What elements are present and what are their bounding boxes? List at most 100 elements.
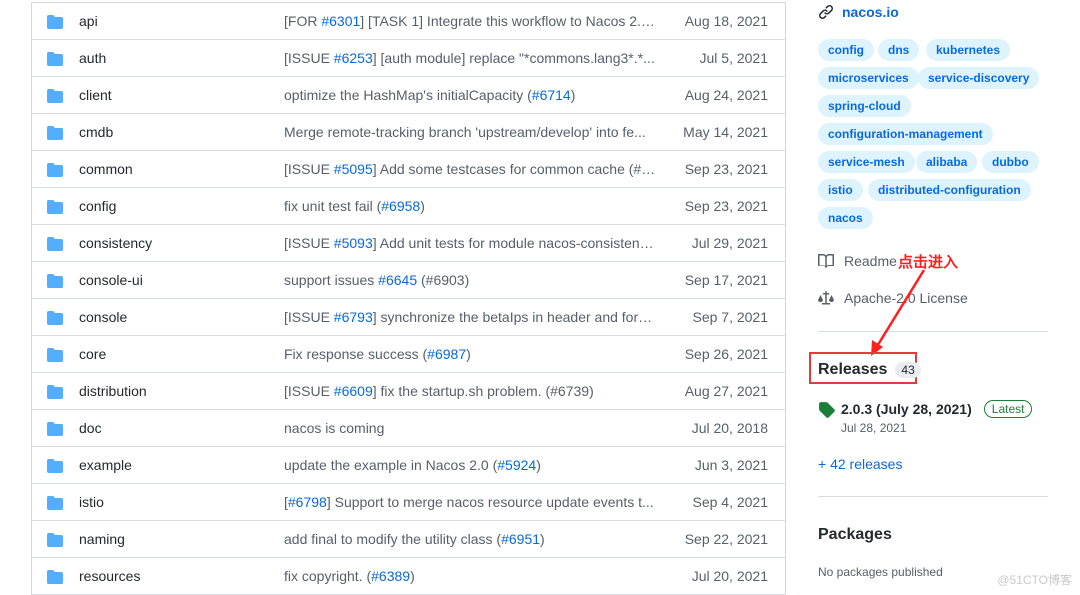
commit-date: Sep 23, 2021 — [684, 161, 768, 177]
commit-message[interactable]: [ISSUE #6609] fix the startup.sh problem… — [284, 383, 656, 399]
file-name-link[interactable]: core — [79, 346, 106, 362]
issue-link[interactable]: #5095 — [334, 161, 373, 177]
file-name-link[interactable]: istio — [79, 494, 104, 510]
commit-message-text: (#6903) — [417, 272, 470, 288]
releases-count: 43 — [895, 362, 921, 378]
file-name-link[interactable]: doc — [79, 420, 102, 436]
file-row[interactable]: consistency [ISSUE #5093] Add unit tests … — [32, 225, 785, 262]
release-date: Jul 28, 2021 — [841, 421, 907, 435]
file-name-link[interactable]: consistency — [79, 235, 152, 251]
commit-message-text: [FOR — [284, 13, 322, 29]
commit-date: Jul 20, 2021 — [691, 568, 768, 584]
tag-icon — [819, 401, 835, 418]
file-name-link[interactable]: cmdb — [79, 124, 113, 140]
file-name-link[interactable]: console — [79, 309, 127, 325]
commit-message-text: [ISSUE — [284, 383, 334, 399]
commit-message-text: update the example in Nacos 2.0 ( — [284, 457, 498, 473]
file-name-link[interactable]: console-ui — [79, 272, 143, 288]
file-row[interactable]: core Fix response success (#6987) Sep 26, … — [32, 336, 785, 373]
commit-message[interactable]: [ISSUE #6793] synchronize the betaIps in… — [284, 309, 656, 325]
commit-message[interactable]: [FOR #6301] [TASK 1] Integrate this work… — [284, 13, 656, 29]
latest-release[interactable]: 2.0.3 (July 28, 2021) Latest — [818, 400, 1033, 418]
file-name-link[interactable]: common — [79, 161, 133, 177]
folder-icon — [47, 496, 63, 510]
commit-message[interactable]: add final to modify the utility class (#… — [284, 531, 656, 547]
file-name-link[interactable]: client — [79, 87, 112, 103]
file-name-link[interactable]: config — [79, 198, 116, 214]
issue-link[interactable]: #6389 — [371, 568, 410, 584]
folder-icon — [47, 459, 63, 473]
file-row[interactable]: api [FOR #6301] [TASK 1] Integrate this w… — [32, 3, 785, 40]
releases-heading[interactable]: Releases 43 — [818, 361, 921, 379]
commit-date: Jul 5, 2021 — [699, 50, 769, 66]
issue-link[interactable]: #6301 — [321, 13, 360, 29]
commit-date: Jul 20, 2018 — [691, 420, 768, 436]
commit-date: May 14, 2021 — [683, 124, 768, 140]
more-releases-link[interactable]: + 42 releases — [818, 456, 902, 472]
file-row[interactable]: distribution [ISSUE #6609] fix the startu… — [32, 373, 785, 410]
commit-message-text: [ISSUE — [284, 309, 334, 325]
file-name-link[interactable]: naming — [79, 531, 125, 547]
issue-link[interactable]: #6714 — [532, 87, 571, 103]
file-row[interactable]: doc nacos is coming Jul 20, 2018 — [32, 410, 785, 447]
commit-date: Sep 4, 2021 — [692, 494, 768, 510]
commit-message-text: Fix response success ( — [284, 346, 428, 362]
commit-message[interactable]: [ISSUE #5095] Add some testcases for com… — [284, 161, 656, 177]
issue-link[interactable]: #6645 — [378, 272, 417, 288]
commit-date: Sep 26, 2021 — [684, 346, 768, 362]
commit-message-text: ] fix the startup.sh problem. (#6739) — [372, 383, 594, 399]
file-name-link[interactable]: auth — [79, 50, 106, 66]
commit-message-text: [ISSUE — [284, 161, 334, 177]
issue-link[interactable]: #6798 — [288, 494, 327, 510]
commit-message[interactable]: support issues #6645 (#6903) — [284, 272, 656, 288]
commit-message[interactable]: Merge remote-tracking branch 'upstream/d… — [284, 124, 656, 140]
file-row[interactable]: console [ISSUE #6793] synchronize the bet… — [32, 299, 785, 336]
commit-message[interactable]: update the example in Nacos 2.0 (#5924) — [284, 457, 656, 473]
file-name-link[interactable]: distribution — [79, 383, 147, 399]
folder-icon — [47, 89, 63, 103]
packages-title[interactable]: Packages — [818, 526, 892, 544]
issue-link[interactable]: #6958 — [381, 198, 420, 214]
file-name-link[interactable]: api — [79, 13, 98, 29]
folder-icon — [47, 570, 63, 584]
file-row[interactable]: resources fix copyright. (#6389) Jul 20, 2… — [32, 558, 785, 595]
file-row[interactable]: istio [#6798] Support to merge nacos reso… — [32, 484, 785, 521]
file-row[interactable]: naming add final to modify the utility cl… — [32, 521, 785, 558]
issue-link[interactable]: #6793 — [334, 309, 373, 325]
commit-message-text: ] [auth module] replace "*commons.lang3*… — [372, 50, 655, 66]
packages-text: No packages published — [818, 565, 943, 579]
commit-message[interactable]: optimize the HashMap's initialCapacity (… — [284, 87, 656, 103]
commit-message[interactable]: [ISSUE #6253] [auth module] replace "*co… — [284, 50, 656, 66]
issue-link[interactable]: #6253 — [334, 50, 373, 66]
file-row[interactable]: auth [ISSUE #6253] [auth module] replace … — [32, 40, 785, 77]
file-name-link[interactable]: resources — [79, 568, 140, 584]
commit-message[interactable]: [#6798] Support to merge nacos resource … — [284, 494, 656, 510]
commit-message-text: fix copyright. ( — [284, 568, 372, 584]
folder-icon — [47, 15, 63, 29]
commit-message-text: add final to modify the utility class ( — [284, 531, 502, 547]
file-row[interactable]: common [ISSUE #5095] Add some testcases f… — [32, 151, 785, 188]
issue-link[interactable]: #6987 — [427, 346, 466, 362]
commit-message-text: [ISSUE — [284, 235, 334, 251]
file-row[interactable]: example update the example in Nacos 2.0 (… — [32, 447, 785, 484]
file-row[interactable]: client optimize the HashMap's initialCapa… — [32, 77, 785, 114]
commit-message[interactable]: fix unit test fail (#6958) — [284, 198, 656, 214]
commit-message[interactable]: Fix response success (#6987) — [284, 346, 656, 362]
file-row[interactable]: cmdb Merge remote-tracking branch 'upstre… — [32, 114, 785, 151]
file-row[interactable]: console-ui support issues #6645 (#6903) Se… — [32, 262, 785, 299]
issue-link[interactable]: #6609 — [334, 383, 373, 399]
commit-message-text: ] Add some testcases for common cache (#… — [372, 161, 656, 177]
file-row[interactable]: config fix unit test fail (#6958) Sep 23, … — [32, 188, 785, 225]
release-name: 2.0.3 (July 28, 2021) — [841, 401, 972, 417]
commit-message[interactable]: nacos is coming — [284, 420, 656, 436]
issue-link[interactable]: #5093 — [334, 235, 373, 251]
commit-message[interactable]: fix copyright. (#6389) — [284, 568, 656, 584]
issue-link[interactable]: #6951 — [501, 531, 540, 547]
file-name-link[interactable]: example — [79, 457, 132, 473]
commit-message-text: [ISSUE — [284, 50, 334, 66]
issue-link[interactable]: #5924 — [497, 457, 536, 473]
folder-icon — [47, 200, 63, 214]
commit-message[interactable]: [ISSUE #5093] Add unit tests for module … — [284, 235, 656, 251]
folder-icon — [47, 163, 63, 177]
commit-message-text: ) — [420, 198, 425, 214]
